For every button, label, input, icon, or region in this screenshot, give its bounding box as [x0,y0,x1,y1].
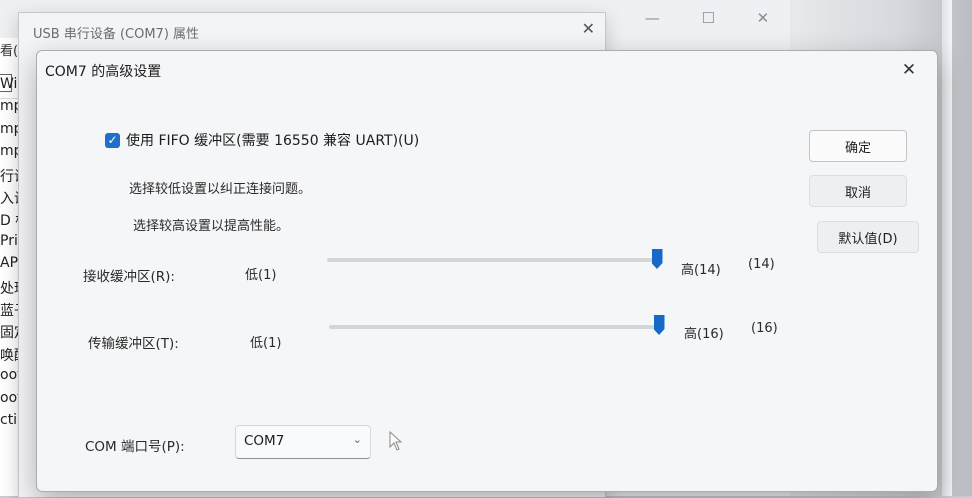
receive-buffer-low: 低(1) [245,268,277,283]
receive-buffer-value: (14) [748,257,775,272]
close-icon: ✕ [901,60,917,80]
receive-buffer-slider-track[interactable] [327,258,657,262]
fifo-option[interactable]: ✓ 使用 FIFO 缓冲区(需要 16550 兼容 UART)(U) [105,130,419,150]
defaults-button[interactable]: 默认值(D) [817,221,919,253]
receive-buffer-slider-thumb[interactable] [651,249,663,269]
com-port-select[interactable]: COM7 ⌄ [235,425,371,459]
advanced-settings-dialog: COM7 的高级设置 ✕ ✓ 使用 FIFO 缓冲区(需要 16550 兼容 U… [36,50,938,492]
transmit-buffer-slider-track[interactable] [329,325,659,329]
minimize-button[interactable]: — [645,9,660,27]
properties-window-title: USB 串行设备 (COM7) 属性 [33,27,200,42]
transmit-buffer-label: 传输缓冲区(T): [88,336,179,352]
com-port-value: COM7 [244,433,285,449]
transmit-buffer-value: (16) [751,321,778,336]
ok-button[interactable]: 确定 [809,130,907,162]
maximize-button[interactable]: ☐ [701,9,714,27]
com-port-label: COM 端口号(P): [85,439,185,455]
receive-buffer-high: 高(14) [681,263,721,278]
transmit-buffer-low: 低(1) [250,336,282,351]
fifo-checkbox[interactable]: ✓ [105,132,120,148]
chevron-down-icon: ⌄ [352,433,362,446]
mouse-cursor-icon [389,431,403,451]
close-icon: ✕ [581,19,595,38]
transmit-buffer-high: 高(16) [684,327,724,342]
close-button[interactable]: ✕ [757,9,770,27]
fifo-label: 使用 FIFO 缓冲区(需要 16550 兼容 UART)(U) [126,133,420,149]
properties-close-button[interactable]: ✕ [559,13,605,49]
cancel-button[interactable]: 取消 [809,175,907,207]
dialog-close-button[interactable]: ✕ [891,55,927,85]
monitor-edge [942,0,952,496]
receive-buffer-label: 接收缓冲区(R): [83,269,175,285]
dialog-title: COM7 的高级设置 [45,64,162,80]
background-window-controls: — ☐ ✕ [624,0,790,36]
hint-high-setting: 选择较高设置以提高性能。 [133,219,290,234]
transmit-buffer-slider-thumb[interactable] [653,315,665,335]
hint-low-setting: 选择较低设置以纠正连接问题。 [129,182,312,197]
